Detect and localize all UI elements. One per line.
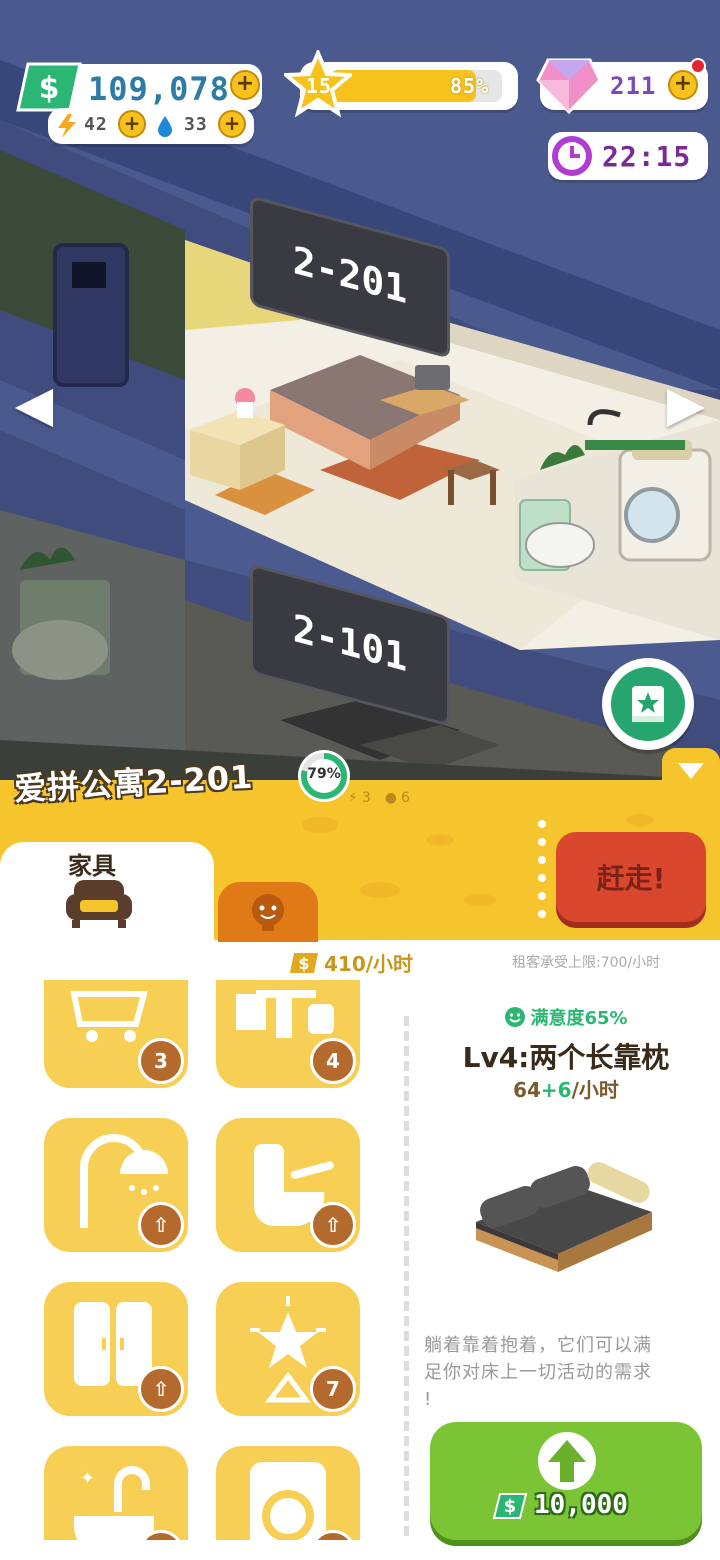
upgrade-cost-money-icon: $: [492, 1493, 528, 1519]
water-drop-icon: [158, 116, 172, 137]
room-number-lower: 2-101: [292, 605, 408, 681]
upgrade-button[interactable]: $ 10,000: [430, 1422, 702, 1540]
item-description-line-2: 足你对床上一切活动的需求: [424, 1362, 652, 1383]
star-book-icon: [632, 686, 664, 722]
furniture-tile-star-lamp[interactable]: 7: [216, 1282, 360, 1416]
water-cost: 6: [400, 790, 410, 806]
locked-upgrade-badge: ⇧: [138, 1366, 184, 1412]
chevron-down-icon: [678, 763, 704, 779]
tile-badge: 3: [138, 1038, 184, 1084]
energy-cost-icon: ⚡: [348, 790, 358, 806]
player-level: 15: [305, 74, 333, 98]
tenant-limit: 租客承受上限:700/小时: [512, 955, 661, 971]
svg-text:$: $: [504, 1496, 517, 1517]
gem-icon: [536, 58, 602, 115]
tile-badge: 7: [310, 1366, 356, 1412]
tenant-face-icon: [252, 894, 284, 931]
svg-text:$: $: [39, 71, 60, 106]
collection-book-button[interactable]: [602, 658, 694, 750]
add-water-button[interactable]: +: [218, 110, 246, 138]
previous-room-arrow[interactable]: ◀: [12, 375, 56, 433]
energy-amount: 42: [84, 114, 108, 135]
evict-button-label: 赶走!: [596, 862, 666, 895]
money-small-icon: $: [290, 952, 318, 973]
item-income-base: 64: [513, 1078, 541, 1102]
tile-badge: 4: [310, 1038, 356, 1084]
upgrade-cost: 10,000: [534, 1490, 628, 1520]
furniture-grid[interactable]: 3 4 ⇧ ⇧ ⇧ 7 ✦: [0, 980, 390, 1540]
water-amount: 33: [184, 114, 208, 135]
washer-icon: [250, 1462, 326, 1540]
smile-icon: [505, 1007, 526, 1027]
svg-text:$: $: [298, 954, 309, 973]
add-energy-button[interactable]: +: [118, 110, 146, 138]
furniture-tile-toilet[interactable]: ⇧: [216, 1118, 360, 1252]
detail-satisfaction-row: 满意度65%: [416, 1004, 716, 1030]
notification-dot: [690, 58, 706, 74]
collapse-panel-button[interactable]: [662, 748, 720, 794]
furniture-tile-table[interactable]: 4: [216, 980, 360, 1088]
furniture-tile-cart[interactable]: 3: [44, 980, 188, 1088]
add-gems-button[interactable]: +: [668, 70, 698, 100]
item-description-line-3: !: [424, 1389, 433, 1410]
level-progress-text: 85%: [450, 74, 490, 98]
game-clock: 22:15: [602, 140, 692, 173]
item-income-bonus: +6: [540, 1078, 572, 1102]
room-costs: ⚡ 3 ● 6: [348, 790, 410, 806]
chevron-right-icon: ▶: [666, 375, 706, 433]
sofa-icon: [66, 880, 132, 928]
faucet-icon: ✦: [74, 1466, 154, 1540]
income-rate-row: $ 410/小时: [288, 948, 413, 977]
item-satisfaction: 满意度65%: [530, 1008, 628, 1029]
item-title: Lv4:两个长靠枕: [462, 1041, 670, 1074]
next-room-arrow[interactable]: ▶: [664, 375, 708, 433]
room-number-upper: 2-201: [292, 237, 408, 313]
furniture-tile-wardrobe[interactable]: ⇧: [44, 1282, 188, 1416]
upgrade-arrow-icon: [538, 1432, 596, 1490]
furniture-tile-faucet[interactable]: ✦ ⇧: [44, 1446, 188, 1540]
money-icon: $: [16, 62, 82, 112]
add-money-button[interactable]: +: [230, 70, 260, 100]
panel-divider: [404, 1016, 409, 1536]
svg-text:✦: ✦: [80, 1468, 95, 1489]
game-scene[interactable]: 2-201 2-101 ◀ ▶ $ 109,078 + 42 + 33 + 85…: [0, 0, 720, 800]
room-management-panel: 爱拼公寓2-201 79% ⚡ 3 ● 6 赶走! 家具 $ 410/小时 租客…: [0, 748, 720, 1560]
money-amount: 109,078: [88, 70, 230, 108]
bed-with-pillows-image: [476, 1162, 652, 1272]
energy-cost: 3: [361, 790, 371, 806]
satisfaction-ring-text: 79%: [307, 766, 341, 782]
furniture-tile-shower[interactable]: ⇧: [44, 1118, 188, 1252]
item-income: 64+6/小时: [416, 1074, 716, 1103]
item-description: 躺着靠着抱着，它们可以满 足你对床上一切活动的需求 !: [424, 1332, 704, 1413]
chevron-left-icon: ◀: [14, 375, 54, 433]
locked-upgrade-badge: ⇧: [138, 1202, 184, 1248]
water-cost-icon: ●: [384, 790, 397, 806]
evict-tenant-button[interactable]: 赶走!: [556, 832, 706, 922]
tab-tenant[interactable]: [218, 882, 318, 942]
clock-icon: [552, 136, 592, 176]
lightning-icon: [58, 114, 76, 138]
tab-furniture[interactable]: 家具: [0, 842, 214, 942]
gem-amount: 211: [610, 72, 657, 100]
item-description-line-1: 躺着靠着抱着，它们可以满: [424, 1335, 652, 1356]
locked-upgrade-badge: ⇧: [310, 1202, 356, 1248]
item-income-unit: /小时: [571, 1078, 619, 1102]
furniture-tile-washer[interactable]: ⇧: [216, 1446, 360, 1540]
income-rate: 410/小时: [324, 952, 414, 976]
